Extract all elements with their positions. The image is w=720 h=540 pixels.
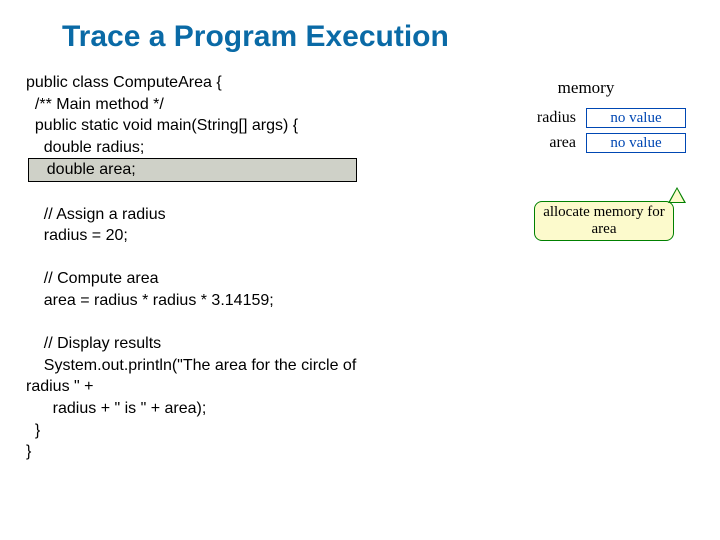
code-line: area = radius * radius * 3.14159; [26,290,486,312]
memory-value-box: no value [586,133,686,153]
code-line-highlighted: double area; [26,158,486,182]
highlight-box: double area; [28,158,357,182]
code-line: } [26,420,486,442]
memory-row: area no value [486,133,686,153]
memory-label: radius [537,109,576,127]
code-line: // Compute area [26,268,486,290]
code-line: public class ComputeArea { [26,72,486,94]
code-blank [26,247,486,269]
code-line: radius + " is " + area); [26,398,486,420]
memory-row: radius no value [486,108,686,128]
memory-panel: memory radius no value area no value all… [486,72,686,463]
memory-value-box: no value [586,108,686,128]
page-title: Trace a Program Execution [0,0,720,72]
code-line: System.out.println("The area for the cir… [26,355,486,377]
content-area: public class ComputeArea { /** Main meth… [0,72,720,463]
code-line: /** Main method */ [26,94,486,116]
callout-container: allocate memory for area [534,201,686,241]
code-line: radius = 20; [26,225,486,247]
code-line: } [26,441,486,463]
code-blank [26,182,486,204]
code-line: // Display results [26,333,486,355]
memory-heading: memory [486,78,686,98]
memory-label: area [549,134,576,152]
callout-box: allocate memory for area [534,201,674,241]
code-blank [26,312,486,334]
code-line: double radius; [26,137,486,159]
code-block: public class ComputeArea { /** Main meth… [26,72,486,463]
code-line: public static void main(String[] args) { [26,115,486,137]
code-line: // Assign a radius [26,204,486,226]
code-line: radius " + [26,376,486,398]
